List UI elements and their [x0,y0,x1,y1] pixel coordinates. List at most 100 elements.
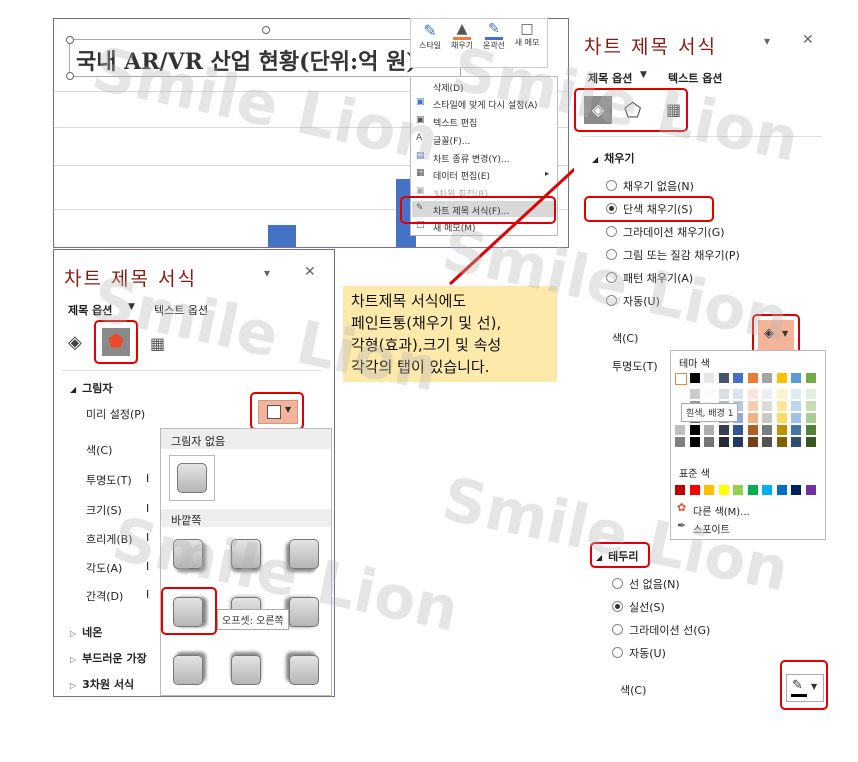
fill-option-gradient[interactable]: 그라데이션 채우기(G) [606,224,725,240]
chart-title[interactable]: 국내 AR/VR 산업 현황(단위:억 원) [76,44,456,76]
color-swatch[interactable] [776,373,787,383]
fill-button[interactable]: ▲ 채우기 [447,21,477,65]
color-swatch[interactable] [675,373,687,385]
color-swatch[interactable] [733,373,743,383]
color-swatch[interactable] [733,485,743,495]
color-swatch[interactable] [805,425,816,435]
size-properties-icon[interactable]: ▦ [150,334,165,353]
color-swatch[interactable] [718,485,729,495]
color-swatch[interactable] [733,425,743,435]
no-shadow-option[interactable] [169,455,215,501]
color-swatch[interactable] [689,373,700,383]
color-swatch[interactable] [805,389,816,399]
chevron-down-icon[interactable]: ▾ [764,34,770,48]
radio-button[interactable] [606,295,617,306]
color-swatch[interactable] [805,401,816,411]
chart-title-box[interactable]: 국내 AR/VR 산업 현황(단위:억 원) [66,26,461,80]
color-swatch[interactable] [718,437,729,447]
close-icon[interactable]: ✕ [304,264,316,280]
border-option-solid[interactable]: 실선(S) [612,599,665,615]
color-swatch[interactable] [776,401,787,411]
color-swatch[interactable] [791,401,801,411]
shadow-swatch[interactable] [289,597,319,627]
fill-option-auto[interactable]: 자동(U) [606,293,660,309]
shadow-swatch[interactable] [289,655,319,685]
color-swatch[interactable] [689,437,700,447]
color-swatch[interactable] [689,485,700,495]
new-comment-button[interactable]: □ 새 메모 [511,21,543,65]
color-swatch[interactable] [791,485,801,495]
border-option-none[interactable]: 선 없음(N) [612,576,680,592]
tab-title-options[interactable]: 제목 옵션 [588,70,632,86]
outline-button[interactable]: ✎ 윤곽선 [479,21,509,65]
color-swatch[interactable] [747,413,758,423]
color-swatch[interactable] [776,413,787,423]
color-swatch[interactable] [762,425,772,435]
radio-button[interactable] [612,578,623,589]
color-swatch[interactable] [718,373,729,383]
color-swatch[interactable] [776,425,787,435]
resize-handle[interactable] [262,26,270,34]
color-swatch[interactable] [718,389,729,399]
tab-text-options[interactable]: 텍스트 옵션 [154,302,208,318]
color-swatch[interactable] [704,437,714,447]
color-swatch[interactable] [747,373,758,383]
color-swatch[interactable] [805,485,816,495]
chevron-down-icon[interactable]: ▾ [264,266,270,280]
section-fill[interactable]: ◢ 채우기 [592,150,635,166]
color-swatch[interactable] [791,437,801,447]
close-icon[interactable]: ✕ [802,32,814,48]
section-glow[interactable]: ▷ 네온 [70,624,102,640]
color-swatch[interactable] [675,437,685,447]
radio-button[interactable] [612,624,623,635]
border-option-gradient[interactable]: 그라데이션 선(G) [612,622,710,638]
resize-handle[interactable] [66,72,74,80]
color-swatch[interactable] [675,389,685,399]
color-swatch[interactable] [791,389,801,399]
color-swatch[interactable] [762,401,772,411]
color-swatch[interactable] [733,389,743,399]
tab-text-options[interactable]: 텍스트 옵션 [668,70,722,86]
color-swatch[interactable] [675,485,685,495]
paint-bucket-icon[interactable]: ◈ [68,332,82,353]
color-swatch[interactable] [718,425,729,435]
color-swatch[interactable] [805,373,816,383]
radio-button[interactable] [606,249,617,260]
style-button[interactable]: ✎ 스타일 [415,21,445,65]
radio-button[interactable] [612,601,623,612]
color-swatch[interactable] [776,389,787,399]
color-swatch[interactable] [762,413,772,423]
color-swatch[interactable] [689,425,700,435]
color-swatch[interactable] [689,389,700,399]
section-3d-format[interactable]: ▷ 3차원 서식 [70,676,134,692]
eyedropper-option[interactable]: 스포이트 [693,521,730,536]
shadow-swatch[interactable] [231,539,261,569]
fill-option-picture[interactable]: 그림 또는 질감 채우기(P) [606,247,740,263]
shadow-swatch[interactable] [173,539,203,569]
color-swatch[interactable] [762,485,772,495]
color-swatch[interactable] [704,389,714,399]
color-swatch[interactable] [805,437,816,447]
color-swatch[interactable] [747,485,758,495]
more-colors-option[interactable]: 다른 색(M)... [693,503,750,518]
color-swatch[interactable] [675,425,685,435]
color-swatch[interactable] [762,437,772,447]
color-swatch[interactable] [776,485,787,495]
radio-button[interactable] [606,180,617,191]
fill-option-pattern[interactable]: 패턴 채우기(A) [606,270,693,286]
menu-delete[interactable]: 삭제(D) [433,81,464,94]
color-swatch[interactable] [704,485,714,495]
radio-button[interactable] [612,647,623,658]
resize-handle[interactable] [66,36,74,44]
shadow-swatch[interactable] [231,655,261,685]
shadow-swatch[interactable] [289,539,319,569]
color-swatch[interactable] [762,373,772,383]
color-swatch[interactable] [791,413,801,423]
section-shadow[interactable]: ◢ 그림자 [70,380,113,396]
section-soft-edges[interactable]: ▷ 부드러운 가장 [70,650,147,666]
color-swatch[interactable] [747,437,758,447]
color-swatch[interactable] [704,425,714,435]
color-swatch[interactable] [704,373,714,383]
radio-button[interactable] [606,226,617,237]
color-swatch[interactable] [762,389,772,399]
